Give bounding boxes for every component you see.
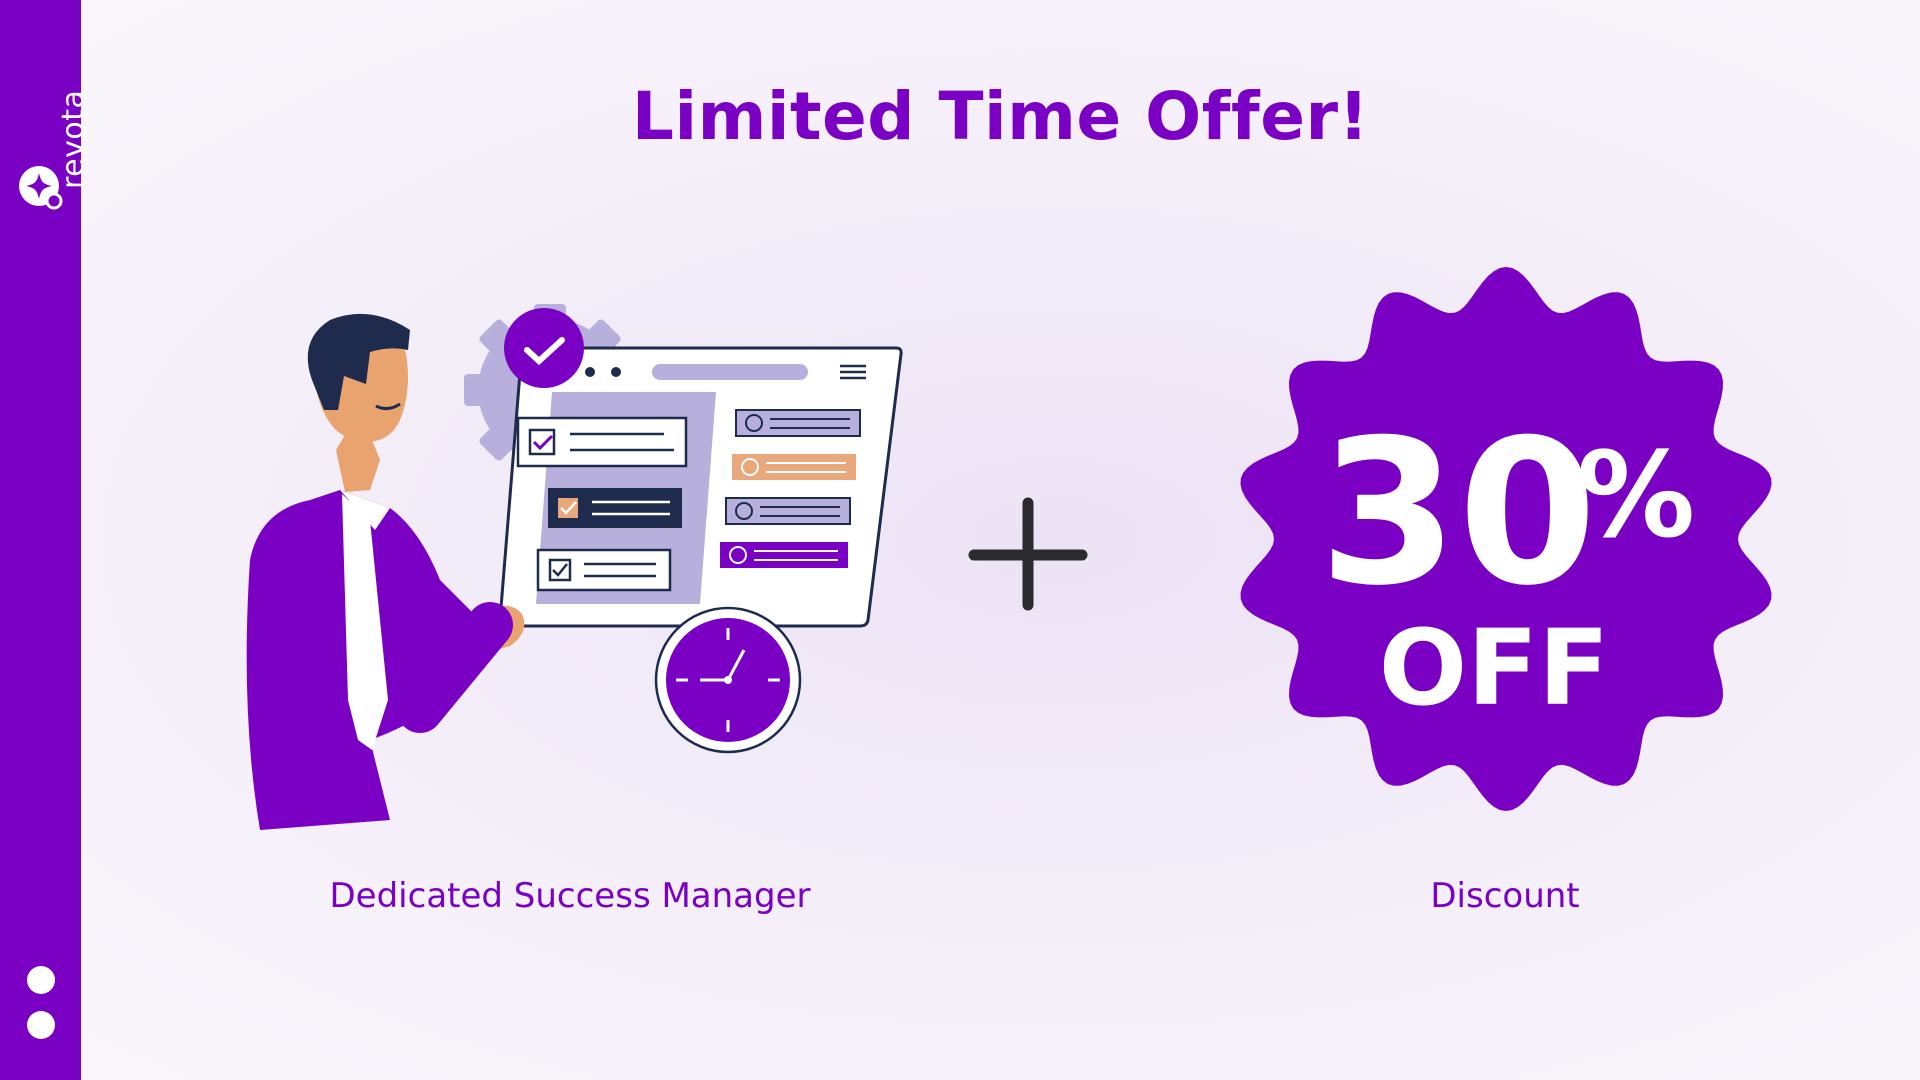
discount-caption: Discount <box>1430 876 1580 916</box>
nav-dot-icon[interactable] <box>27 966 55 994</box>
clock-icon <box>654 606 802 754</box>
nav-dot-icon[interactable] <box>27 1011 55 1039</box>
page-title: Limited Time Offer! <box>631 78 1370 155</box>
discount-badge: 30 % OFF <box>1240 267 1772 811</box>
discount-off: OFF <box>1379 607 1610 729</box>
success-manager-caption: Dedicated Success Manager <box>329 876 811 916</box>
discount-percent: % <box>1577 426 1695 564</box>
app-window <box>498 346 903 628</box>
revota-logo-icon <box>19 166 63 210</box>
sidebar: revota <box>0 0 91 1080</box>
plus-icon <box>968 497 1088 611</box>
success-manager-illustration <box>246 304 903 830</box>
discount-value: 30 <box>1319 397 1597 630</box>
check-badge-icon <box>504 308 584 388</box>
